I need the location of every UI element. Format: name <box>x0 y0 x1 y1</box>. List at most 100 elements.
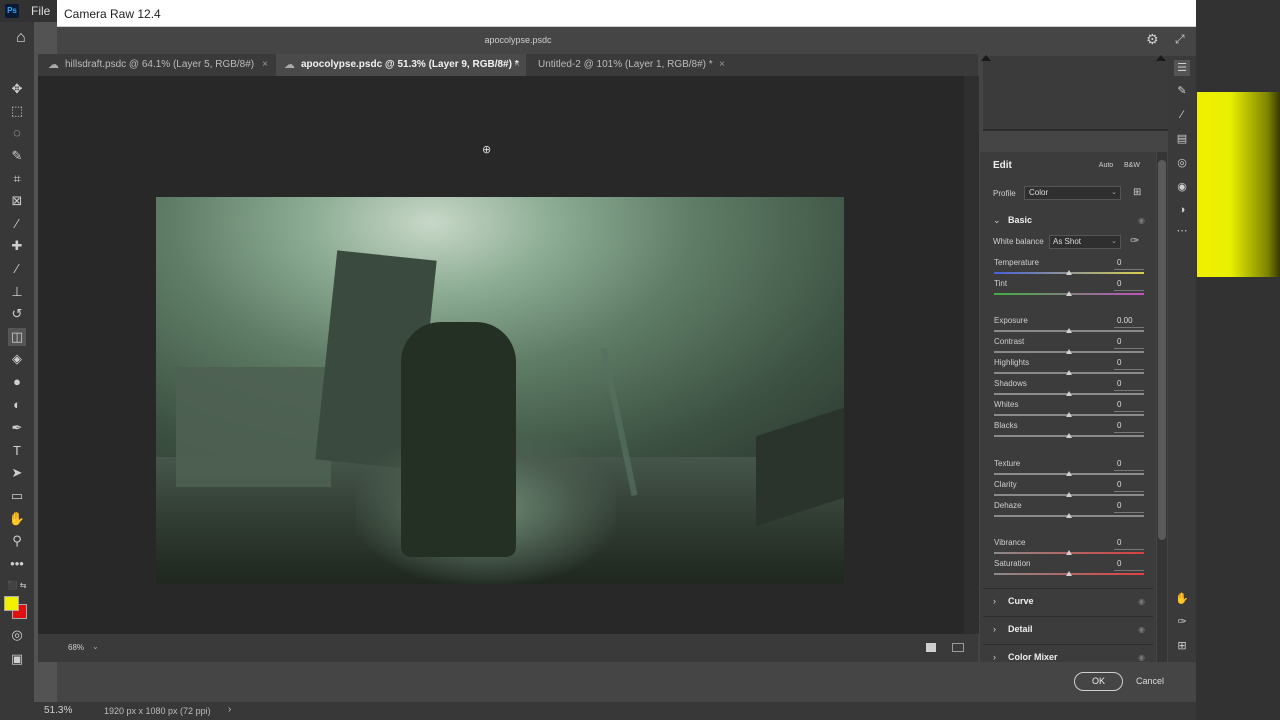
spot-removal-icon[interactable]: ∕ <box>1174 107 1190 123</box>
status-zoom[interactable]: 51.3% <box>44 705 72 716</box>
eye-icon[interactable]: ◉ <box>1138 625 1145 634</box>
edit-sliders-icon[interactable]: ☰ <box>1174 60 1190 76</box>
slider-thumb[interactable] <box>1066 513 1072 518</box>
eyedropper-tool-icon[interactable]: ⁄ <box>8 215 26 233</box>
red-eye-icon[interactable]: ◉ <box>1174 179 1190 195</box>
crop-rotate-icon[interactable]: ✎ <box>1174 83 1190 99</box>
single-view-icon[interactable] <box>926 643 936 652</box>
slider-thumb[interactable] <box>1066 550 1072 555</box>
more-options-icon[interactable]: ⋯ <box>1174 223 1190 239</box>
slider-thumb[interactable] <box>1066 391 1072 396</box>
cancel-button[interactable]: Cancel <box>1136 676 1164 686</box>
hand-icon[interactable]: ✋ <box>1174 591 1190 607</box>
eyedropper-icon[interactable]: ✑ <box>1130 234 1139 247</box>
slider-value-input[interactable]: 0 <box>1114 538 1144 550</box>
slider-value-input[interactable]: 0 <box>1114 258 1144 270</box>
quick-mask-icon[interactable]: ◎ <box>8 626 26 644</box>
grid-icon[interactable]: ⊞ <box>1174 638 1190 654</box>
before-after-view-icon[interactable] <box>952 643 964 652</box>
chevron-down-icon[interactable]: ⌄ <box>92 642 99 651</box>
pen-tool-icon[interactable]: ✒ <box>8 419 26 437</box>
lasso-tool-icon[interactable]: ◌ <box>8 124 26 142</box>
more-tools-icon[interactable]: ••• <box>8 555 26 573</box>
paint-bucket-tool-icon[interactable]: ◈ <box>8 350 26 368</box>
slider-value-input[interactable]: 0 <box>1114 501 1144 513</box>
slider-thumb[interactable] <box>1066 433 1072 438</box>
close-icon[interactable]: × <box>719 54 725 76</box>
history-brush-tool-icon[interactable]: ↺ <box>8 305 26 323</box>
slider-value-input[interactable]: 0 <box>1114 337 1144 349</box>
slider-value-input[interactable]: 0.00 <box>1114 316 1144 328</box>
slider-thumb[interactable] <box>1066 471 1072 476</box>
slider-value-input[interactable]: 0 <box>1114 400 1144 412</box>
hand-tool-icon[interactable]: ✋ <box>8 510 26 528</box>
slider-thumb[interactable] <box>1066 412 1072 417</box>
marquee-tool-icon[interactable]: ⬚ <box>8 102 26 120</box>
rectangle-tool-icon[interactable]: ▭ <box>8 487 26 505</box>
eye-icon[interactable]: ◉ <box>1138 653 1145 662</box>
menu-file[interactable]: File <box>31 4 50 18</box>
chevron-right-icon[interactable]: › <box>993 652 996 662</box>
auto-button[interactable]: Auto <box>1096 159 1116 172</box>
slider-value-input[interactable]: 0 <box>1114 421 1144 433</box>
radial-filter-icon[interactable]: ◎ <box>1174 155 1190 171</box>
slider-thumb[interactable] <box>1066 492 1072 497</box>
slider-thumb[interactable] <box>1066 291 1072 296</box>
section-color-mixer[interactable]: Color Mixer <box>1008 652 1058 662</box>
status-arrow-icon[interactable]: › <box>228 704 231 715</box>
brush-tool-icon[interactable]: ∕ <box>8 260 26 278</box>
ok-button[interactable]: OK <box>1074 672 1123 691</box>
foreground-color-swatch[interactable] <box>4 596 19 611</box>
highlight-clipping-icon[interactable] <box>1156 55 1166 61</box>
color-picker-field[interactable] <box>1197 92 1280 277</box>
close-icon[interactable]: × <box>262 54 268 76</box>
stamp-tool-icon[interactable]: ⊥ <box>8 283 26 301</box>
eye-icon[interactable]: ◉ <box>1138 597 1145 606</box>
graduated-filter-icon[interactable]: ▤ <box>1174 131 1190 147</box>
slider-value-input[interactable]: 0 <box>1114 480 1144 492</box>
slider-thumb[interactable] <box>1066 571 1072 576</box>
slider-value-input[interactable]: 0 <box>1114 279 1144 291</box>
tab-hillsdraft[interactable]: ☁ hillsdraft.psdc @ 64.1% (Layer 5, RGB/… <box>40 54 274 76</box>
fullscreen-icon[interactable]: ⤢ <box>1175 32 1185 47</box>
slider-thumb[interactable] <box>1066 328 1072 333</box>
move-tool-icon[interactable]: ✥ <box>8 80 26 98</box>
zoom-level-select[interactable]: 68% <box>68 643 84 652</box>
eye-icon[interactable]: ◉ <box>1138 216 1145 225</box>
chevron-down-icon[interactable]: ⌄ <box>993 215 1001 226</box>
slider-thumb[interactable] <box>1066 370 1072 375</box>
photo-preview[interactable] <box>156 197 844 584</box>
dodge-tool-icon[interactable]: ◐ <box>8 396 26 414</box>
slider-value-input[interactable]: 0 <box>1114 379 1144 391</box>
zoom-tool-icon[interactable]: ⚲ <box>8 532 26 550</box>
healing-tool-icon[interactable]: ✚ <box>8 237 26 255</box>
crop-tool-icon[interactable]: ⌗ <box>8 170 26 188</box>
chevron-down-icon[interactable]: ⌄ <box>1111 188 1117 196</box>
gear-icon[interactable]: ⚙ <box>1146 31 1159 48</box>
frame-tool-icon[interactable]: ⊠ <box>8 192 26 210</box>
path-select-tool-icon[interactable]: ➤ <box>8 464 26 482</box>
eraser-tool-icon[interactable]: ◫ <box>8 328 26 346</box>
shadow-clipping-icon[interactable] <box>981 55 991 61</box>
bw-button[interactable]: B&W <box>1121 159 1143 172</box>
slider-thumb[interactable] <box>1066 270 1072 275</box>
section-basic[interactable]: Basic <box>1008 215 1032 225</box>
quick-select-tool-icon[interactable]: ✎ <box>8 147 26 165</box>
profile-select[interactable]: Color <box>1024 186 1121 200</box>
section-curve[interactable]: Curve <box>1008 596 1034 606</box>
chevron-right-icon[interactable]: › <box>993 624 996 634</box>
color-sampler-icon[interactable]: ✑ <box>1174 614 1190 630</box>
blur-tool-icon[interactable]: ● <box>8 373 26 391</box>
chevron-down-icon[interactable]: ⌄ <box>1111 237 1117 245</box>
slider-value-input[interactable]: 0 <box>1114 358 1144 370</box>
screen-mode-icon[interactable]: ▣ <box>8 650 26 668</box>
slider-thumb[interactable] <box>1066 349 1072 354</box>
canvas-scrollbar[interactable] <box>964 76 979 634</box>
slider-value-input[interactable]: 0 <box>1114 459 1144 471</box>
swap-colors-icon[interactable]: ⬛ ⇆ <box>4 577 30 595</box>
tab-apocolypse[interactable]: ☁ apocolypse.psdc @ 51.3% (Layer 9, RGB/… <box>276 54 526 76</box>
tab-untitled-2[interactable]: Untitled-2 @ 101% (Layer 1, RGB/8#) * × <box>513 54 731 76</box>
section-detail[interactable]: Detail <box>1008 624 1033 634</box>
profile-browser-icon[interactable]: ⊞ <box>1133 187 1141 198</box>
slider-value-input[interactable]: 0 <box>1114 559 1144 571</box>
